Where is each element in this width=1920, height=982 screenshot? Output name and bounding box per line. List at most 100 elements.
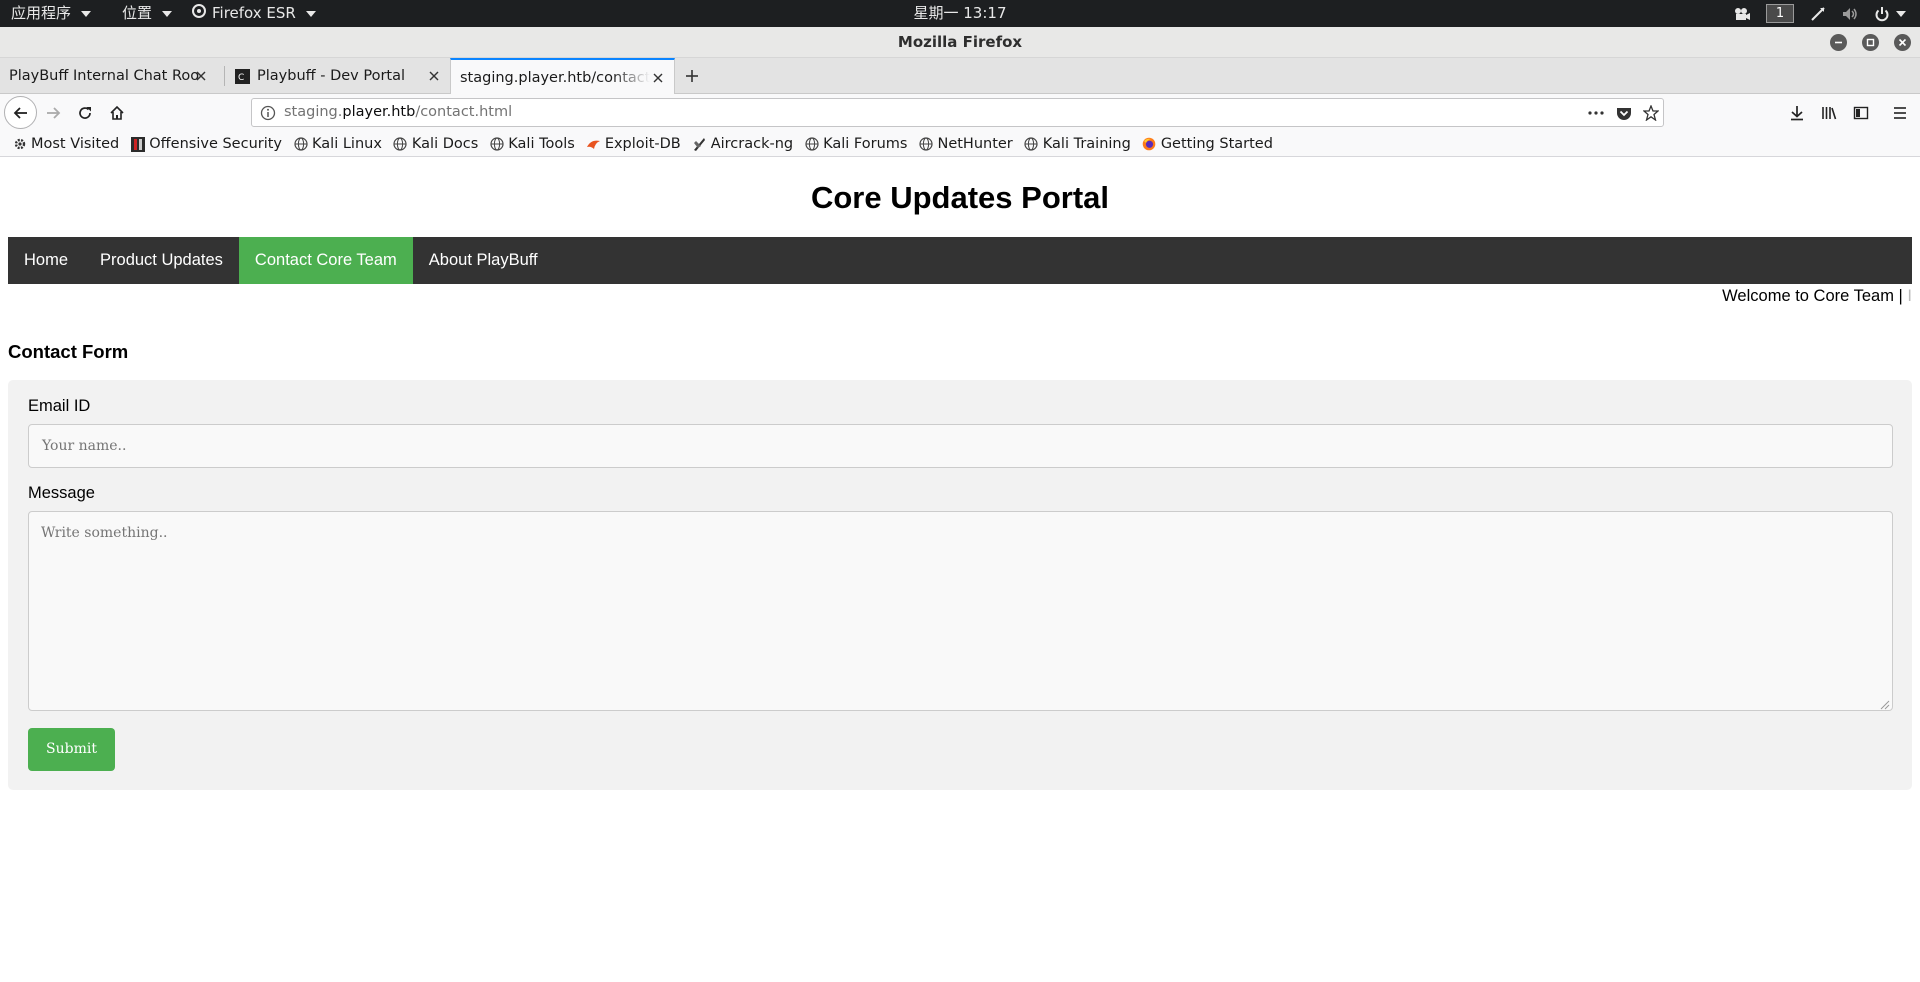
- contact-form: Email ID Your name.. Message Write somet…: [8, 380, 1912, 790]
- reload-button[interactable]: [71, 99, 99, 127]
- bookmark-label: Getting Started: [1160, 136, 1273, 152]
- firefox-app-icon: [192, 0, 206, 27]
- close-icon[interactable]: [193, 68, 209, 84]
- tab-contact-active[interactable]: staging.player.htb/contact.html: [450, 58, 675, 95]
- url-host: player.htb: [342, 104, 416, 120]
- svg-text:C: C: [238, 73, 244, 83]
- bookmark-nethunter[interactable]: NetHunter: [918, 136, 1013, 152]
- tab-playbuff-chat[interactable]: PlayBuff Internal Chat Room: [0, 58, 217, 94]
- site-favicon-icon: C: [235, 68, 250, 84]
- system-tray: 1: [1734, 0, 1906, 27]
- globe-icon: [393, 137, 408, 152]
- page-actions-icon[interactable]: [1587, 104, 1605, 122]
- hamburger-menu-icon[interactable]: [1886, 99, 1914, 127]
- bookmark-kali-docs[interactable]: Kali Docs: [393, 136, 478, 152]
- window-title: Mozilla Firefox: [897, 33, 1023, 51]
- site-navigation: Home Product Updates Contact Core Team A…: [8, 237, 1912, 284]
- network-icon[interactable]: [1810, 6, 1826, 22]
- applications-menu[interactable]: 应用程序: [11, 0, 92, 27]
- url-text[interactable]: staging.player.htb/contact.html: [284, 99, 512, 126]
- nav-about-playbuff[interactable]: About PlayBuff: [413, 237, 554, 284]
- bookmark-label: Kali Forums: [823, 136, 908, 152]
- email-label: Email ID: [28, 397, 91, 415]
- globe-icon: [804, 137, 819, 152]
- places-menu[interactable]: 位置: [122, 0, 173, 27]
- address-bar[interactable]: staging.player.htb/contact.html: [251, 98, 1664, 127]
- tab-dev-portal[interactable]: C Playbuff - Dev Portal: [225, 58, 450, 94]
- back-button[interactable]: [4, 96, 37, 129]
- maximize-button[interactable]: [1862, 34, 1879, 51]
- web-page: Core Updates Portal Home Product Updates…: [0, 158, 1920, 982]
- firefox-icon: [1142, 137, 1157, 152]
- bookmark-kali-tools[interactable]: Kali Tools: [489, 136, 575, 152]
- applications-menu-label: 应用程序: [11, 4, 72, 22]
- globe-icon: [489, 137, 504, 152]
- url-path: /contact.html: [415, 104, 513, 120]
- minimize-button[interactable]: [1830, 34, 1847, 51]
- close-icon[interactable]: [426, 68, 442, 84]
- navigation-toolbar: staging.player.htb/contact.html: [0, 94, 1920, 132]
- bookmark-label: Kali Docs: [411, 136, 479, 152]
- window-title-bar: Mozilla Firefox: [0, 27, 1920, 58]
- message-placeholder: Write something..: [41, 525, 168, 541]
- bookmark-label: Offensive Security: [149, 136, 283, 152]
- bookmark-kali-forums[interactable]: Kali Forums: [804, 136, 907, 152]
- chevron-down-icon: [81, 10, 92, 17]
- globe-icon: [1024, 137, 1039, 152]
- contact-form-heading: Contact Form: [8, 341, 129, 362]
- tab-label: PlayBuff Internal Chat Room: [9, 68, 199, 84]
- nav-contact-core-team[interactable]: Contact Core Team: [238, 237, 413, 284]
- tab-label: staging.player.htb/contact.html: [460, 69, 650, 86]
- firefox-app-menu[interactable]: Firefox ESR: [192, 0, 316, 27]
- gear-icon: [12, 137, 27, 152]
- new-tab-button[interactable]: [680, 64, 704, 88]
- bookmark-label: Kali Training: [1042, 136, 1131, 152]
- volume-icon[interactable]: [1842, 6, 1858, 22]
- url-prefix: staging.: [284, 104, 343, 120]
- downloads-icon[interactable]: [1783, 99, 1811, 127]
- bookmark-label: Kali Linux: [312, 136, 382, 152]
- welcome-message: Welcome to Core Team | I: [1722, 284, 1912, 308]
- bookmark-label: Most Visited: [31, 136, 120, 152]
- close-window-button[interactable]: [1894, 34, 1911, 51]
- close-icon[interactable]: [650, 70, 666, 86]
- email-field[interactable]: Your name..: [28, 424, 1893, 468]
- exploitdb-icon: [586, 137, 601, 152]
- resize-grip-icon[interactable]: [1880, 698, 1890, 710]
- aircrack-icon: [692, 137, 707, 152]
- bookmark-kali-linux[interactable]: Kali Linux: [293, 136, 382, 152]
- submit-button[interactable]: Submit: [28, 728, 115, 771]
- welcome-text: Welcome to Core Team |: [1722, 287, 1908, 305]
- bookmarks-toolbar: Most Visited Offensive Security Kali Lin…: [0, 132, 1920, 157]
- forward-button[interactable]: [39, 99, 67, 127]
- tab-strip: PlayBuff Internal Chat Room C Playbuff -…: [0, 58, 1920, 95]
- bookmark-offensive-security[interactable]: Offensive Security: [130, 136, 282, 152]
- nav-product-updates[interactable]: Product Updates: [84, 237, 239, 284]
- pocket-icon[interactable]: [1615, 104, 1633, 122]
- chevron-down-icon[interactable]: [1896, 10, 1906, 17]
- sidebar-icon[interactable]: [1847, 99, 1875, 127]
- bookmark-getting-started[interactable]: Getting Started: [1142, 136, 1273, 152]
- bookmark-star-icon[interactable]: [1642, 104, 1660, 122]
- message-textarea[interactable]: Write something..: [28, 511, 1893, 711]
- typing-cursor: I: [1907, 287, 1912, 305]
- home-button[interactable]: [103, 99, 131, 127]
- library-icon[interactable]: [1815, 99, 1843, 127]
- bookmark-exploit-db[interactable]: Exploit-DB: [586, 136, 681, 152]
- bookmark-label: Exploit-DB: [604, 136, 681, 152]
- nav-home[interactable]: Home: [8, 237, 84, 284]
- power-icon[interactable]: [1874, 6, 1890, 22]
- bookmark-kali-training[interactable]: Kali Training: [1024, 136, 1131, 152]
- bookmark-most-visited[interactable]: Most Visited: [12, 136, 119, 152]
- bookmark-label: NetHunter: [937, 136, 1013, 152]
- workspace-indicator[interactable]: 1: [1766, 4, 1794, 23]
- globe-icon: [918, 137, 933, 152]
- globe-icon: [293, 137, 308, 152]
- page-title: Core Updates Portal: [810, 180, 1109, 215]
- site-info-icon[interactable]: [260, 105, 276, 121]
- offsec-icon: [130, 136, 145, 152]
- bookmark-label: Aircrack-ng: [710, 136, 794, 152]
- bookmark-aircrack-ng[interactable]: Aircrack-ng: [692, 136, 793, 152]
- camera-icon[interactable]: [1734, 6, 1750, 22]
- chevron-down-icon: [162, 10, 173, 17]
